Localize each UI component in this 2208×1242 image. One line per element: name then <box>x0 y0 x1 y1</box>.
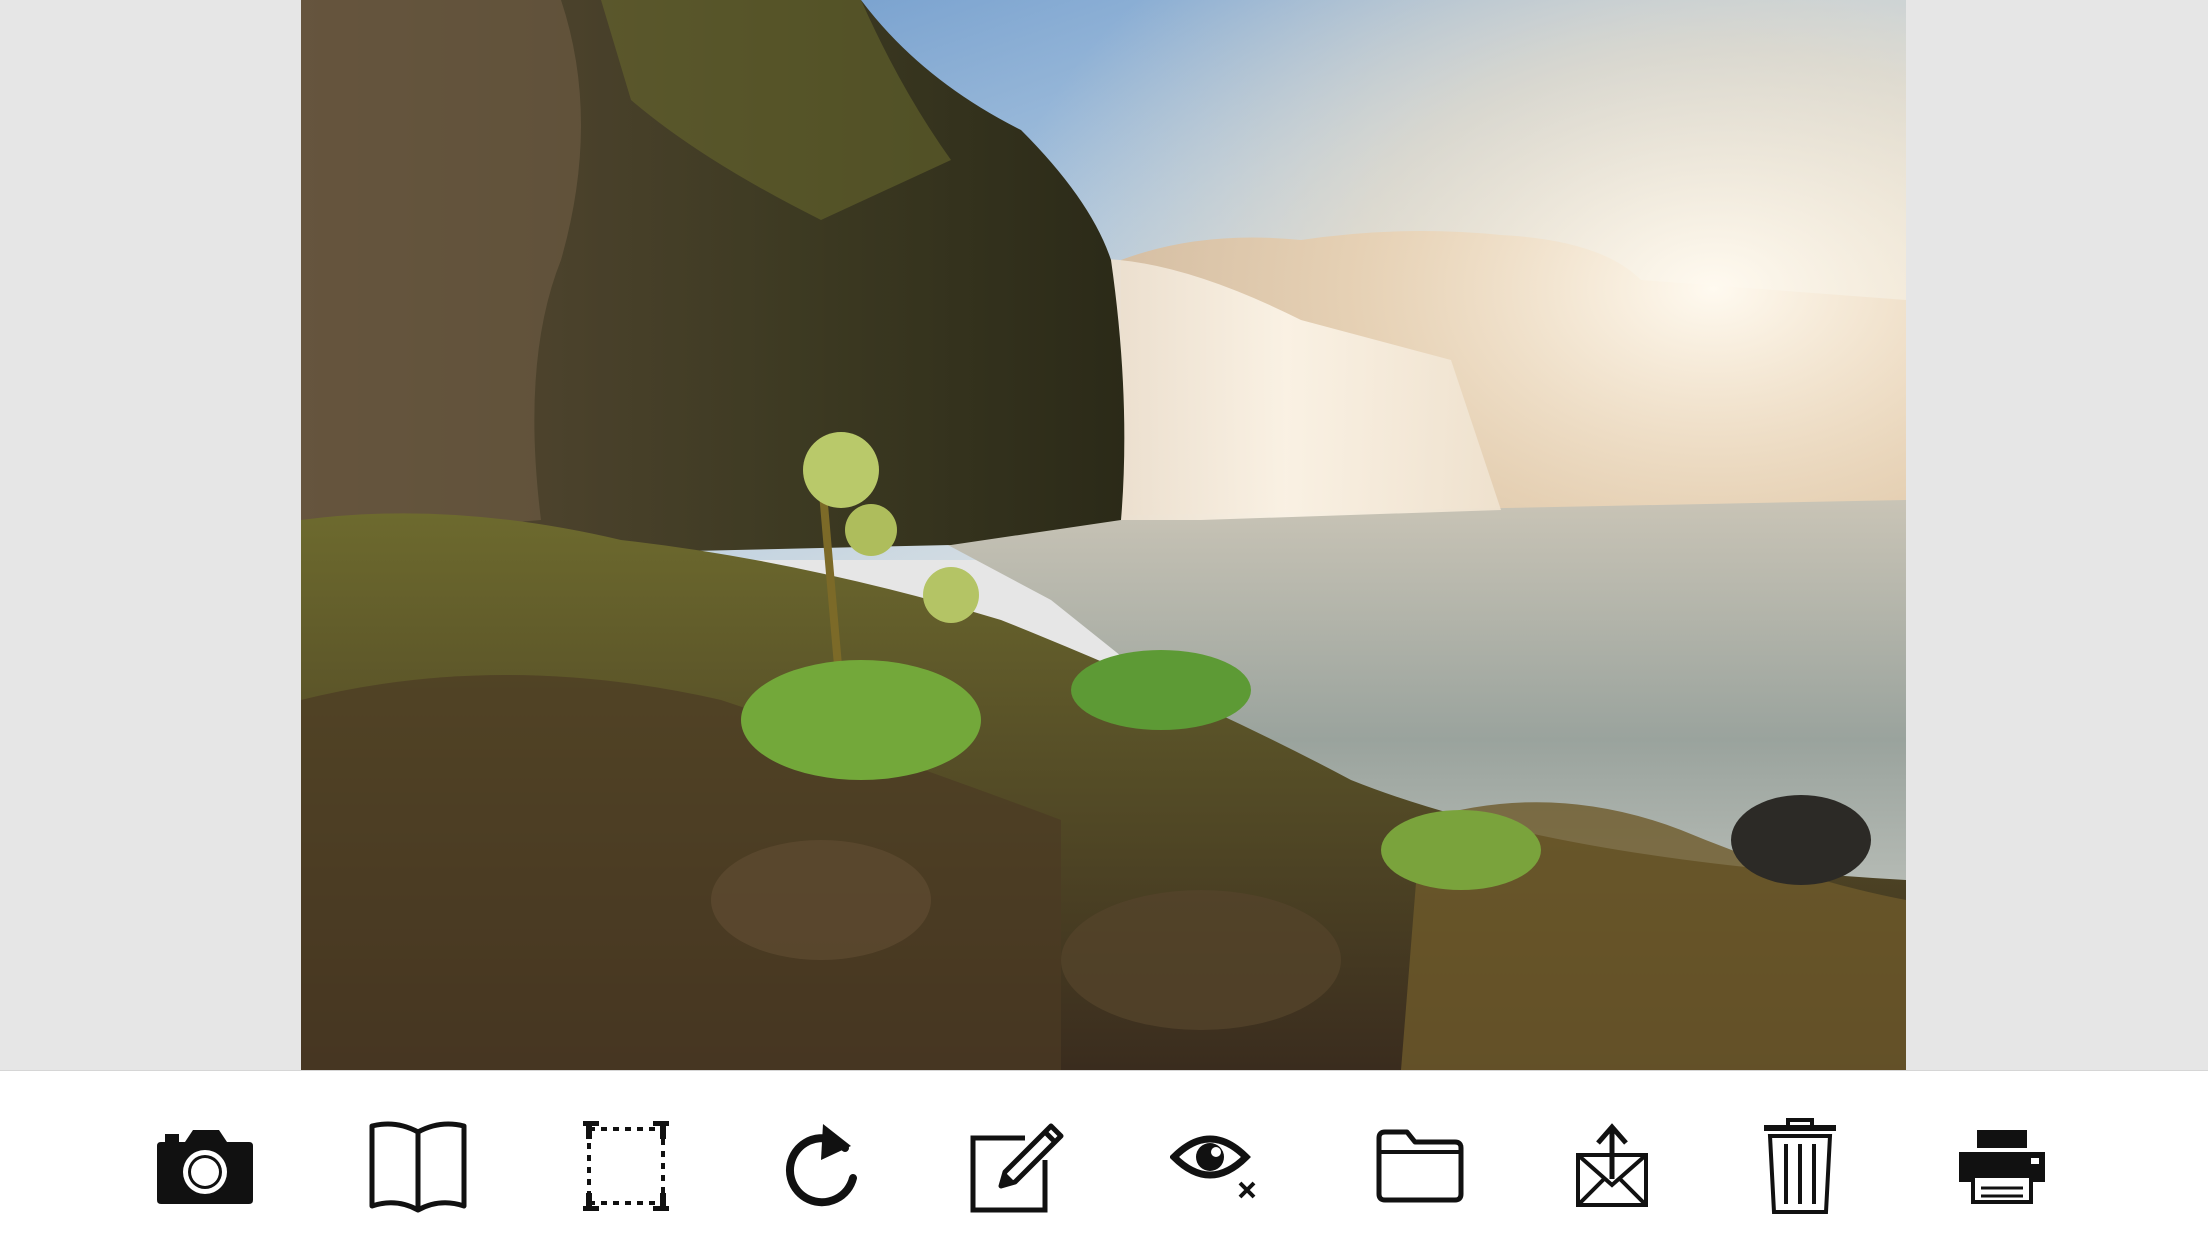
photo-illustration <box>301 0 1906 1070</box>
photo-waterfall[interactable] <box>301 0 1906 1070</box>
camera-button[interactable] <box>145 1111 265 1221</box>
image-viewer <box>0 0 2208 1070</box>
trash-icon <box>1764 1118 1836 1214</box>
print-button[interactable] <box>1942 1111 2062 1221</box>
edit-button[interactable] <box>955 1111 1075 1221</box>
edit-pencil-icon <box>970 1123 1064 1213</box>
delete-button[interactable] <box>1740 1111 1860 1221</box>
rotate-clockwise-icon <box>785 1124 857 1207</box>
camera-icon <box>157 1130 253 1204</box>
hide-button[interactable] <box>1160 1111 1280 1221</box>
printer-icon <box>1959 1130 2045 1204</box>
eye-remove-icon <box>1170 1135 1256 1199</box>
book-button[interactable] <box>358 1111 478 1221</box>
export-button[interactable] <box>1552 1111 1672 1221</box>
crop-button[interactable] <box>566 1111 686 1221</box>
rotate-button[interactable] <box>760 1111 880 1221</box>
bottom-toolbar <box>0 1070 2208 1242</box>
open-book-icon <box>369 1121 467 1213</box>
export-mail-icon <box>1576 1123 1648 1207</box>
folder-icon <box>1376 1129 1464 1203</box>
crop-selection-icon <box>583 1121 669 1211</box>
folder-button[interactable] <box>1360 1111 1480 1221</box>
